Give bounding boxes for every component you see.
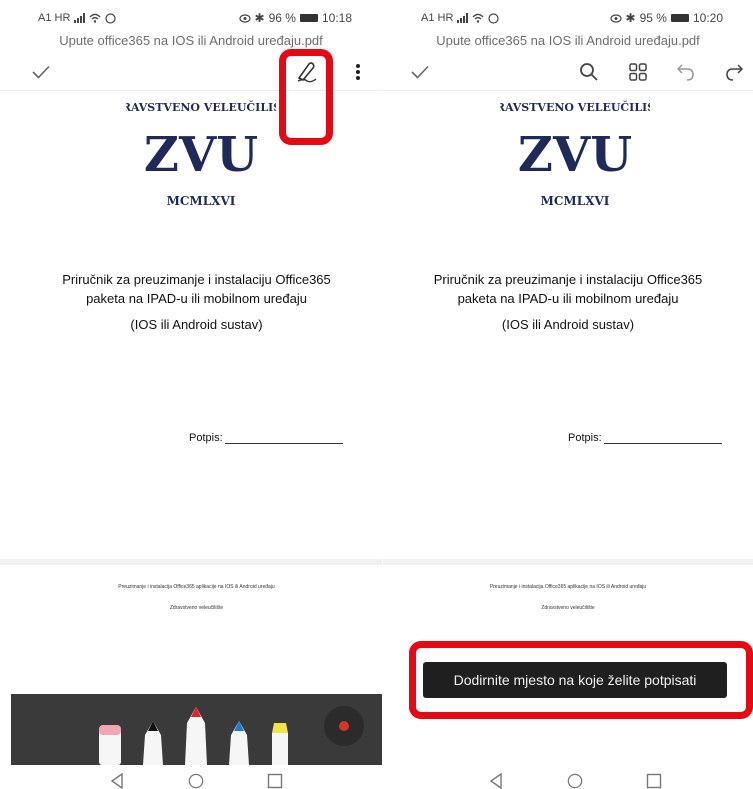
home-nav-icon[interactable] bbox=[564, 773, 586, 789]
pen-black-tool[interactable] bbox=[141, 721, 165, 765]
page-footer-line2: Zdravstveno veleučilište bbox=[541, 605, 595, 611]
pdf-page-1[interactable]: ZDRAVSTVENO VELEUČILIŠTE ZVU MCMLXVI Pri… bbox=[11, 91, 382, 559]
logo-arc-text: ZDRAVSTVENO VELEUČILIŠTE bbox=[500, 100, 650, 114]
pen-red-tool[interactable] bbox=[183, 707, 209, 765]
logo-year: MCMLXVI bbox=[541, 194, 610, 208]
carrier-label: A1 HR bbox=[421, 12, 454, 24]
doc-heading-line1: Priručnik za preuzimanje i instalaciju O… bbox=[433, 272, 703, 287]
system-nav-bar bbox=[0, 765, 382, 789]
status-right-group: ✱ 96 % 10:18 bbox=[238, 11, 352, 25]
battery-icon bbox=[299, 14, 318, 22]
pdf-page-2[interactable]: Preuzimanje i instalacija Office365 apli… bbox=[11, 565, 382, 695]
eraser-tool[interactable] bbox=[97, 719, 123, 765]
highlight-toast bbox=[409, 641, 753, 719]
phone-screen-right: A1 HR ✱ 95 % 10:20 Upute office365 na IO… bbox=[383, 0, 753, 789]
check-icon[interactable] bbox=[26, 58, 56, 86]
signal-icon bbox=[74, 13, 86, 23]
doc-heading-line2: paketa na IPAD-u ili mobilnom uređaju bbox=[457, 291, 679, 306]
document-title: Upute office365 na IOS ili Android uređa… bbox=[436, 33, 700, 48]
logo-year: MCMLXVI bbox=[167, 194, 236, 208]
phone-screen-left: A1 HR ✱ 96 % 10:18 Upute office365 na IO… bbox=[0, 0, 382, 789]
logo-arc-text: ZDRAVSTVENO VELEUČILIŠTE bbox=[126, 100, 276, 114]
logo-monogram: ZVU bbox=[518, 127, 632, 183]
status-carrier-group: A1 HR bbox=[421, 12, 500, 24]
bluetooth-icon: ✱ bbox=[625, 11, 636, 25]
redo-icon[interactable] bbox=[719, 58, 749, 86]
more-vertical-icon[interactable] bbox=[343, 58, 373, 86]
battery-percent: 95 % bbox=[639, 11, 667, 25]
institution-logo: ZDRAVSTVENO VELEUČILIŠTE ZVU MCMLXVI bbox=[126, 100, 276, 208]
recents-nav-icon[interactable] bbox=[264, 773, 286, 789]
page-footer-line1: Preuzimanje i instalacija Office365 apli… bbox=[118, 584, 275, 590]
pdf-page-1[interactable]: ZDRAVSTVENO VELEUČILIŠTE ZVU MCMLXVI Pri… bbox=[383, 91, 753, 559]
doc-heading-line2: paketa na IPAD-u ili mobilnom uređaju bbox=[86, 291, 307, 306]
institution-logo: ZDRAVSTVENO VELEUČILIŠTE ZVU MCMLXVI bbox=[500, 100, 650, 208]
eye-comfort-icon bbox=[238, 13, 251, 23]
back-nav-icon[interactable] bbox=[485, 773, 507, 789]
highlighter-yellow-tool[interactable] bbox=[269, 721, 291, 765]
wifi-icon bbox=[89, 13, 101, 23]
system-nav-bar bbox=[383, 765, 753, 789]
signature-field: Potpis: bbox=[189, 432, 343, 444]
bluetooth-icon: ✱ bbox=[254, 11, 265, 25]
status-right-group: ✱ 95 % 10:20 bbox=[609, 11, 723, 25]
battery-icon bbox=[670, 14, 689, 22]
doc-heading-line1: Priručnik za preuzimanje i instalaciju O… bbox=[62, 272, 331, 287]
signature-label: Potpis: bbox=[568, 432, 602, 444]
document-title: Upute office365 na IOS ili Android uređa… bbox=[59, 33, 323, 48]
signature-toolbar bbox=[383, 52, 753, 90]
eye-comfort-icon bbox=[609, 13, 622, 23]
red-dot-icon bbox=[339, 721, 349, 731]
grid-icon[interactable] bbox=[623, 58, 653, 86]
logo-monogram: ZVU bbox=[144, 127, 258, 183]
status-bar: A1 HR ✱ 95 % 10:20 bbox=[383, 0, 753, 30]
color-picker-button[interactable] bbox=[324, 706, 364, 746]
whatsapp-icon bbox=[488, 12, 500, 24]
doc-heading-line3: (IOS ili Android sustav) bbox=[130, 317, 263, 332]
status-carrier-group: A1 HR bbox=[38, 12, 117, 24]
page-footer-line1: Preuzimanje i instalacija Office365 apli… bbox=[489, 584, 647, 590]
highlight-signature-button bbox=[279, 49, 333, 145]
pen-blue-tool[interactable] bbox=[227, 721, 251, 765]
clock: 10:18 bbox=[321, 11, 352, 25]
doc-heading-line3: (IOS ili Android sustav) bbox=[501, 317, 635, 332]
page-footer-line2: Zdravstveno veleučilište bbox=[169, 605, 224, 611]
signature-line bbox=[224, 433, 343, 444]
whatsapp-icon bbox=[105, 12, 117, 24]
home-nav-icon[interactable] bbox=[185, 773, 207, 789]
signature-line bbox=[603, 433, 722, 444]
wifi-icon bbox=[472, 13, 484, 23]
battery-percent: 96 % bbox=[268, 11, 296, 25]
status-bar: A1 HR ✱ 96 % 10:18 bbox=[0, 0, 382, 30]
pen-tool-tray bbox=[11, 694, 382, 765]
search-icon[interactable] bbox=[574, 58, 604, 86]
check-icon[interactable] bbox=[405, 58, 435, 86]
recents-nav-icon[interactable] bbox=[643, 773, 665, 789]
signal-icon bbox=[457, 13, 469, 23]
back-nav-icon[interactable] bbox=[106, 773, 128, 789]
undo-icon[interactable] bbox=[671, 58, 701, 86]
clock: 10:20 bbox=[692, 11, 723, 25]
signature-field: Potpis: bbox=[568, 432, 722, 444]
carrier-label: A1 HR bbox=[38, 12, 71, 24]
signature-label: Potpis: bbox=[189, 432, 223, 444]
